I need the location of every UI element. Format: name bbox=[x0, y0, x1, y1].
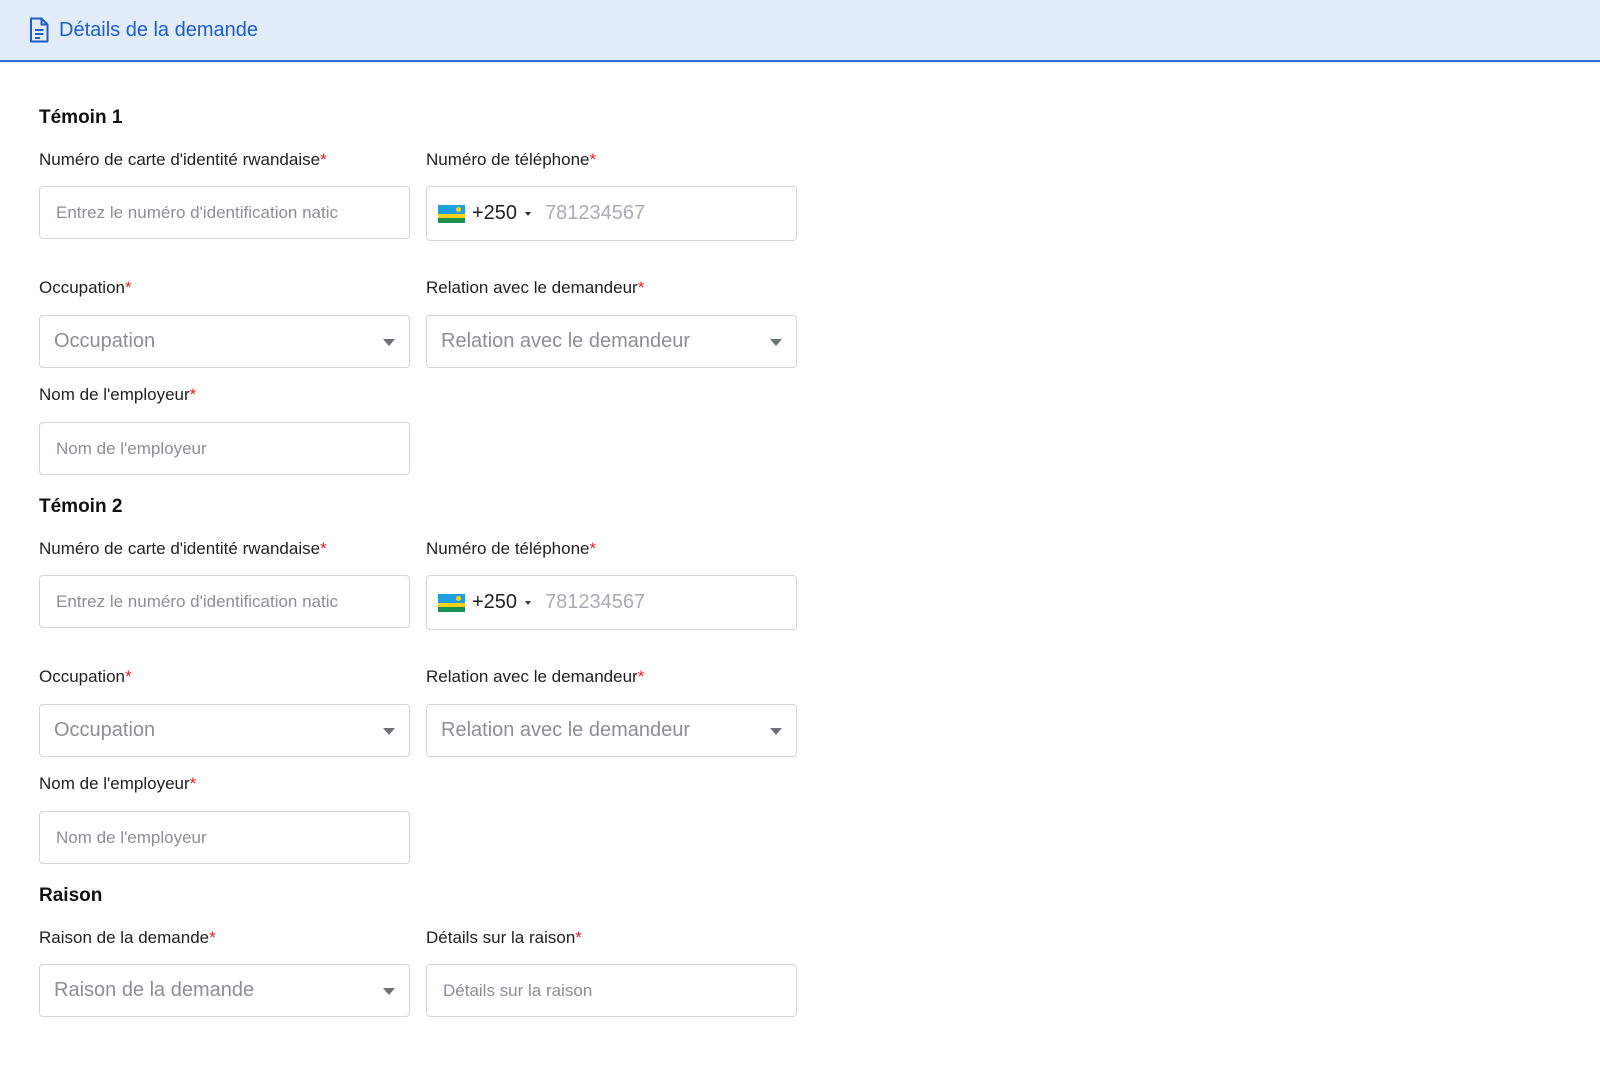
page-title: Détails de la demande bbox=[59, 18, 259, 41]
witness2-occupation-select[interactable]: Occupation bbox=[39, 704, 410, 757]
witness2-occupation-placeholder: Occupation bbox=[54, 719, 156, 741]
chevron-down-icon bbox=[383, 339, 395, 346]
chevron-down-icon bbox=[770, 728, 782, 735]
witness1-occupation-select[interactable]: Occupation bbox=[39, 315, 410, 368]
witness2-phone-label: Numéro de téléphone* bbox=[426, 539, 597, 558]
witness1-occupation-label: Occupation* bbox=[39, 278, 132, 297]
witness1-relation-placeholder: Relation avec le demandeur bbox=[441, 330, 691, 352]
chevron-down-icon[interactable] bbox=[525, 600, 532, 605]
witness1-id-input[interactable]: Entrez le numéro d'identification natic bbox=[39, 186, 410, 239]
witness1-phone-input[interactable]: +250 781234567 bbox=[426, 186, 797, 241]
witness1-title: Témoin 1 bbox=[39, 107, 123, 128]
witness2-relation-placeholder: Relation avec le demandeur bbox=[441, 719, 691, 741]
page-header: Détails de la demande bbox=[0, 0, 1600, 62]
witness2-phone-code[interactable]: +250 bbox=[472, 591, 517, 614]
witness1-employer-input[interactable]: Nom de l'employeur bbox=[39, 422, 410, 475]
reason-details-label: Détails sur la raison* bbox=[426, 928, 582, 947]
witness2-phone-input[interactable]: +250 781234567 bbox=[426, 575, 797, 630]
reason-placeholder: Raison de la demande bbox=[54, 979, 255, 1001]
reason-select[interactable]: Raison de la demande bbox=[39, 964, 410, 1017]
witness2-employer-placeholder: Nom de l'employeur bbox=[56, 827, 207, 847]
witness2-title: Témoin 2 bbox=[39, 496, 123, 517]
chevron-down-icon bbox=[383, 988, 395, 995]
rwanda-flag-icon[interactable] bbox=[438, 593, 465, 612]
witness1-phone-placeholder: 781234567 bbox=[545, 202, 646, 224]
witness1-relation-select[interactable]: Relation avec le demandeur bbox=[426, 315, 797, 368]
witness1-employer-placeholder: Nom de l'employeur bbox=[56, 438, 207, 458]
chevron-down-icon bbox=[383, 728, 395, 735]
witness1-employer-label: Nom de l'employeur* bbox=[39, 385, 197, 404]
reason-details-input[interactable]: Détails sur la raison bbox=[426, 964, 797, 1017]
witness2-id-placeholder: Entrez le numéro d'identification natic bbox=[56, 591, 339, 611]
witness2-id-label: Numéro de carte d'identité rwandaise* bbox=[39, 539, 327, 558]
witness1-relation-label: Relation avec le demandeur* bbox=[426, 278, 645, 297]
witness1-phone-label: Numéro de téléphone* bbox=[426, 150, 597, 169]
chevron-down-icon bbox=[770, 339, 782, 346]
document-icon bbox=[28, 17, 50, 43]
witness2-employer-label: Nom de l'employeur* bbox=[39, 774, 197, 793]
reason-details-placeholder: Détails sur la raison bbox=[443, 980, 593, 1000]
rwanda-flag-icon[interactable] bbox=[438, 204, 465, 223]
chevron-down-icon[interactable] bbox=[525, 211, 532, 216]
witness2-phone-placeholder: 781234567 bbox=[545, 591, 646, 613]
witness2-id-input[interactable]: Entrez le numéro d'identification natic bbox=[39, 575, 410, 628]
reason-label: Raison de la demande* bbox=[39, 928, 216, 947]
reason-title: Raison bbox=[39, 885, 103, 906]
witness1-id-label: Numéro de carte d'identité rwandaise* bbox=[39, 150, 327, 169]
witness2-occupation-label: Occupation* bbox=[39, 667, 132, 686]
witness1-id-placeholder: Entrez le numéro d'identification natic bbox=[56, 202, 339, 222]
witness2-employer-input[interactable]: Nom de l'employeur bbox=[39, 811, 410, 864]
witness1-phone-code[interactable]: +250 bbox=[472, 202, 517, 225]
witness2-relation-select[interactable]: Relation avec le demandeur bbox=[426, 704, 797, 757]
witness2-relation-label: Relation avec le demandeur* bbox=[426, 667, 645, 686]
witness1-occupation-placeholder: Occupation bbox=[54, 330, 156, 352]
